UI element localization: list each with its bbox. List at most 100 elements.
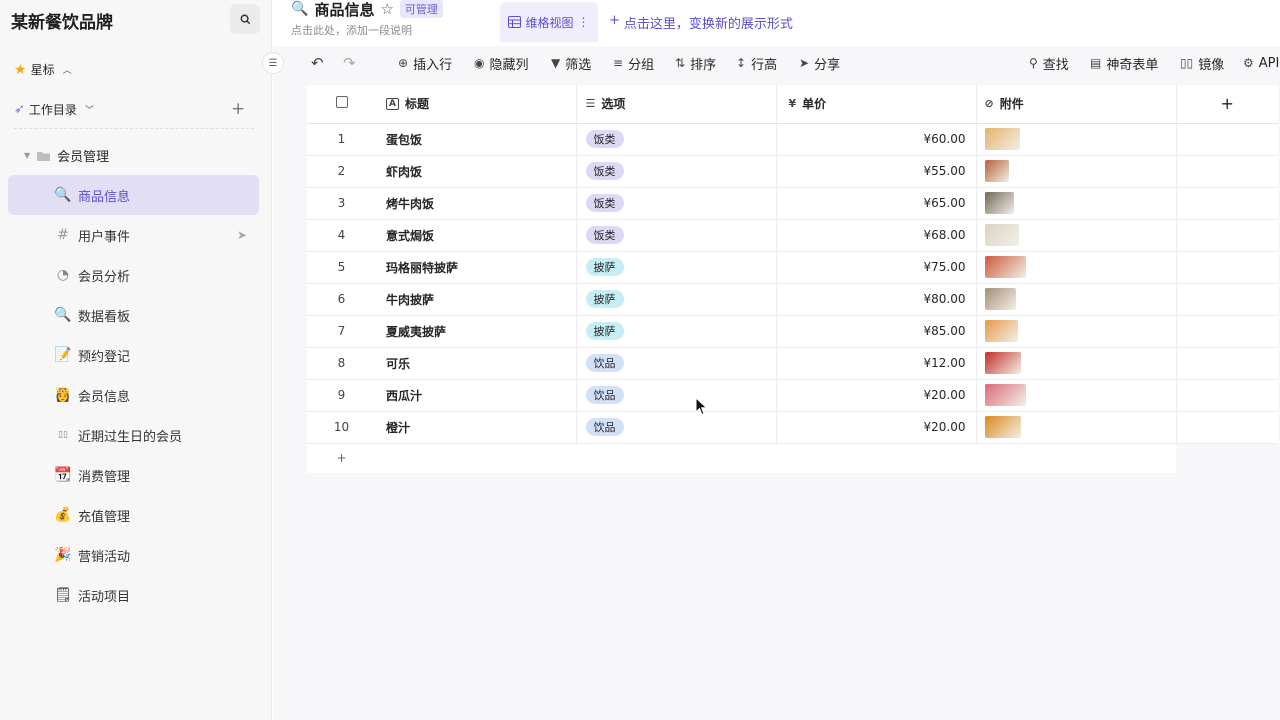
food-image-thumbnail[interactable] [984,192,1014,214]
sidebar-item[interactable]: 🎉 营销活动 [8,535,259,575]
table-row[interactable]: 1 蛋包饭 饭类 ¥60.00 [307,123,1278,156]
option-cell[interactable]: 饭类 [576,219,777,252]
title-cell[interactable]: 西瓜汁 [376,379,577,412]
column-header-price[interactable]: ¥ 单价 [776,85,977,124]
attachment-cell[interactable] [976,187,1177,220]
add-column-button[interactable]: + [1176,85,1278,124]
find-button[interactable]: ⚲ 查找 [1029,54,1069,73]
more-icon[interactable]: ⋮ [578,15,590,29]
title-cell[interactable]: 蛋包饭 [376,123,577,156]
food-image-thumbnail[interactable] [984,224,1019,246]
workspace-section[interactable]: ➶ 工作目录 ﹀ [14,101,94,118]
table-row[interactable]: 8 可乐 饮品 ¥12.00 [307,347,1278,380]
option-cell[interactable]: 饮品 [576,347,777,380]
description[interactable]: 点击此处，添加一段说明 [291,22,412,38]
price-cell[interactable]: ¥20.00 [776,411,977,444]
row-height-button[interactable]: ↕ 行高 [736,54,777,73]
table-row[interactable]: 7 夏威夷披萨 披萨 ¥85.00 [307,315,1278,348]
table-row[interactable]: 3 烤牛肉饭 饭类 ¥65.00 [307,187,1278,220]
hide-columns-button[interactable]: ◉ 隐藏列 [474,54,529,73]
attachment-cell[interactable] [976,219,1177,252]
food-image-thumbnail[interactable] [984,288,1016,310]
tab-grid-view[interactable]: 维格视图 ⋮ [500,2,598,42]
title-cell[interactable]: 烤牛肉饭 [376,187,577,220]
share-icon[interactable]: ➤ [237,228,247,242]
table-row[interactable]: 10 橙汁 饮品 ¥20.00 [307,411,1278,444]
share-button[interactable]: ➤ 分享 [799,54,840,73]
sort-button[interactable]: ⇅ 排序 [675,54,716,73]
add-node-button[interactable]: + [231,99,245,119]
table-row[interactable]: 4 意式焗饭 饭类 ¥68.00 [307,219,1278,252]
api-button[interactable]: ⚙ API [1243,56,1279,71]
space-name[interactable]: 某新餐饮品牌 [11,8,113,33]
table-row[interactable]: 2 虾肉饭 饭类 ¥55.00 [307,155,1278,188]
attachment-cell[interactable] [976,379,1177,412]
attachment-cell[interactable] [976,251,1177,284]
mirror-button[interactable]: ▯▯ 镜像 [1180,54,1224,73]
attachment-cell[interactable] [976,411,1177,444]
option-cell[interactable]: 饭类 [576,155,777,188]
column-header-title[interactable]: A 标题 [376,85,577,124]
sidebar-item[interactable]: 📆 消费管理 [8,455,259,495]
price-cell[interactable]: ¥68.00 [776,219,977,252]
price-cell[interactable]: ¥55.00 [776,155,977,188]
option-cell[interactable]: 饭类 [576,123,777,156]
price-cell[interactable]: ¥20.00 [776,379,977,412]
sidebar-item[interactable]: 📝 预约登记 [8,335,259,375]
option-cell[interactable]: 饮品 [576,379,777,412]
insert-row-button[interactable]: ⊕ 插入行 [398,54,452,73]
price-cell[interactable]: ¥60.00 [776,123,977,156]
redo-button[interactable]: ↷ [343,54,356,72]
starred-section[interactable]: ★ 星标 ︿ [14,61,72,78]
sidebar-item[interactable]: 💰 充值管理 [8,495,259,535]
attachment-cell[interactable] [976,347,1177,380]
star-outline-icon[interactable]: ☆ [380,0,393,18]
food-image-thumbnail[interactable] [984,352,1021,374]
select-all-cell[interactable] [307,85,376,124]
attachment-cell[interactable] [976,123,1177,156]
sidebar-item[interactable]: 👸 会员信息 [8,375,259,415]
food-image-thumbnail[interactable] [984,160,1009,182]
price-cell[interactable]: ¥65.00 [776,187,977,220]
attachment-cell[interactable] [976,155,1177,188]
title-cell[interactable]: 橙汁 [376,411,577,444]
sidebar-item[interactable]: # 用户事件 ➤ [8,215,259,255]
attachment-cell[interactable] [976,283,1177,316]
food-image-thumbnail[interactable] [984,256,1026,278]
option-cell[interactable]: 饮品 [576,411,777,444]
food-image-thumbnail[interactable] [984,128,1020,150]
option-cell[interactable]: 饭类 [576,187,777,220]
title-cell[interactable]: 虾肉饭 [376,155,577,188]
column-header-attachments[interactable]: ⊘ 附件 [976,85,1177,124]
folder-member-management[interactable]: ▼ 会员管理 [24,146,109,165]
title-cell[interactable]: 夏威夷披萨 [376,315,577,348]
search-button[interactable] [230,4,260,34]
price-cell[interactable]: ¥12.00 [776,347,977,380]
collapse-sidebar-button[interactable]: ☰ [262,52,284,74]
food-image-thumbnail[interactable] [984,416,1021,438]
option-cell[interactable]: 披萨 [576,251,777,284]
sidebar-item[interactable]: ◔ 会员分析 [8,255,259,295]
price-cell[interactable]: ¥75.00 [776,251,977,284]
table-row[interactable]: 9 西瓜汁 饮品 ¥20.00 [307,379,1278,412]
sidebar-item[interactable]: 🔍 数据看板 [8,295,259,335]
sidebar-item[interactable]: ▯▯ 近期过生日的会员 [8,415,259,455]
attachment-cell[interactable] [976,315,1177,348]
price-cell[interactable]: ¥85.00 [776,315,977,348]
add-row-button[interactable]: + [307,443,376,473]
page-title[interactable]: 商品信息 [314,0,374,20]
price-cell[interactable]: ¥80.00 [776,283,977,316]
title-cell[interactable]: 牛肉披萨 [376,283,577,316]
checkbox-icon[interactable] [335,96,348,109]
table-row[interactable]: 6 牛肉披萨 披萨 ¥80.00 [307,283,1278,316]
filter-button[interactable]: ▼ 筛选 [551,54,591,73]
food-image-thumbnail[interactable] [984,384,1026,406]
option-cell[interactable]: 披萨 [576,283,777,316]
sidebar-item[interactable]: 🔍 商品信息 [8,175,259,215]
column-header-options[interactable]: ☰ 选项 [576,85,777,124]
title-cell[interactable]: 玛格丽特披萨 [376,251,577,284]
magic-form-button[interactable]: ▤ 神奇表单 [1090,54,1158,73]
sidebar-item[interactable]: 🗒 活动项目 [8,575,259,615]
title-cell[interactable]: 可乐 [376,347,577,380]
undo-button[interactable]: ↶ [311,54,324,72]
